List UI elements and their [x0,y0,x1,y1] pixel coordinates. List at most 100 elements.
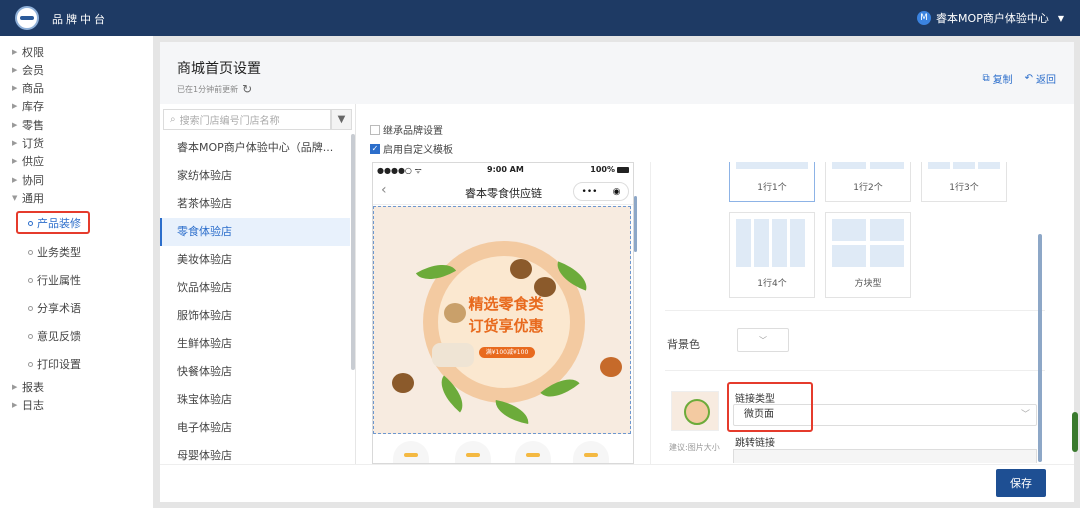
sidebar-item-permission[interactable]: ▶ 权限 [12,44,44,60]
chevron-right-icon: ▶ [12,401,18,409]
checkbox-checked-icon: ✓ [370,143,380,154]
store-item[interactable]: 服饰体验店 [160,302,350,330]
caret-down-icon: ▼ [1057,13,1064,23]
banner-coupon-pill: 满¥100减¥100 [479,347,535,358]
chevron-down-icon: ﹀ [759,335,767,345]
sidebar-item-order[interactable]: ▶ 订货 [12,135,44,151]
preview-scrollbar[interactable] [634,196,637,252]
layout-block [790,219,805,267]
layout-1x2[interactable]: 1行2个 [825,162,911,202]
account-menu[interactable]: M 睿本MOP商户体验中心 ▼ [917,10,1064,26]
store-item[interactable]: 电子体验店 [160,414,350,442]
sidebar-subitem-share-terms[interactable]: 分享术语 [28,300,81,316]
sidebar-subitem-business-type[interactable]: 业务类型 [28,244,81,260]
store-item-active[interactable]: 零食体验店 [160,218,350,246]
layout-block [953,162,975,169]
sidebar-subitem-print[interactable]: 打印设置 [28,356,81,372]
category-icon[interactable] [455,441,491,463]
sidebar-item-member[interactable]: ▶ 会员 [12,62,44,78]
leaf-decoration [492,400,532,424]
page-scrollbar[interactable] [1072,412,1078,452]
bullet-icon [28,305,33,311]
sidebar-item-collab[interactable]: ▶ 协同 [12,172,44,188]
sidebar-item-retail[interactable]: ▶ 零售 [12,117,44,133]
layout-block [772,219,787,267]
seed-bowl-decoration [432,343,474,367]
back-button[interactable]: ↶ 返回 [1025,71,1056,86]
mini-program-capsule[interactable]: ••• ◉ [573,182,629,201]
phone-nav-title: 睿本零食供应链 [465,187,542,200]
layout-block [870,245,904,267]
chevron-right-icon: ▶ [12,84,18,92]
layout-1x1[interactable]: 1行1个 [729,162,815,202]
properties-scrollbar[interactable] [1038,234,1042,462]
store-list-scrollbar[interactable] [351,134,355,370]
layout-block [832,219,866,241]
save-button[interactable]: 保存 [996,469,1046,497]
bg-color-picker[interactable]: ﹀ [737,328,789,352]
copy-button[interactable]: ⧉ 复制 [982,71,1012,86]
store-search-input[interactable]: ⌕ 搜索门店编号门店名称 [163,109,331,130]
properties-panel: 1行1个 1行2个 1行3个 1行4个 方块型 背景色 ﹀ 建议:图片大小 链接… [650,162,1048,464]
phone-status-bar: ●●●●○ ᯤ 9:00 AM 100% [373,163,633,177]
nut-decoration [392,373,414,393]
banner-headline: 精选零食类 订货享优惠 [468,295,544,335]
filter-button[interactable]: ▼ [331,109,352,130]
divider [665,310,1045,311]
target-icon: ◉ [612,186,621,197]
category-icon[interactable] [393,441,429,463]
phone-time: 9:00 AM [487,165,524,174]
header-actions: ⧉ 复制 ↶ 返回 [982,71,1056,86]
bullet-icon [28,277,33,283]
phone-preview: ●●●●○ ᯤ 9:00 AM 100% ‹ 睿本零食供应链 ••• ◉ 精选零… [372,162,634,464]
sidebar-item-report[interactable]: ▶ 报表 [12,379,44,395]
search-icon: ⌕ [170,114,176,125]
chevron-down-icon: ▼ [12,194,18,202]
phone-icon-row [373,437,633,463]
category-icon[interactable] [515,441,551,463]
custom-template-checkbox[interactable]: ✓ 启用自定义模板 [370,141,453,156]
chevron-right-icon: ▶ [12,139,18,147]
inherit-brand-checkbox[interactable]: 继承品牌设置 [370,122,443,137]
bullet-icon [28,361,33,367]
layout-grid[interactable]: 方块型 [825,212,911,298]
template-editor: 继承品牌设置 ✓ 启用自定义模板 ●●●●○ ᯤ 9:00 AM 100% ‹ … [356,104,1074,464]
copy-icon: ⧉ [982,73,990,84]
store-item[interactable]: 美妆体验店 [160,246,350,274]
battery-icon [617,166,629,173]
banner-module[interactable]: 精选零食类 订货享优惠 满¥100减¥100 [373,206,631,434]
back-arrow-icon[interactable]: ‹ [381,182,387,198]
footer-bar: 保存 [160,464,1074,502]
store-item[interactable]: 珠宝体验店 [160,386,350,414]
sidebar-item-log[interactable]: ▶ 日志 [12,397,44,413]
store-item[interactable]: 睿本MOP商户体验中心（品牌... [160,134,350,162]
brand-logo[interactable] [15,6,39,30]
refresh-icon[interactable]: ↻ [242,82,252,96]
store-item[interactable]: 饮品体验店 [160,274,350,302]
chevron-right-icon: ▶ [12,102,18,110]
sidebar-item-goods[interactable]: ▶ 商品 [12,80,44,96]
layout-1x4[interactable]: 1行4个 [729,212,815,298]
sidebar-item-supply[interactable]: ▶ 供应 [12,153,44,169]
layout-block [754,219,769,267]
thumbnail-art [684,399,710,425]
bullet-icon [28,333,33,339]
sidebar-subitem-feedback[interactable]: 意见反馈 [28,328,81,344]
layout-1x3[interactable]: 1行3个 [921,162,1007,202]
sidebar-item-general[interactable]: ▼ 通用 [12,190,44,206]
store-item[interactable]: 快餐体验店 [160,358,350,386]
layout-block [832,162,866,169]
chevron-right-icon: ▶ [12,176,18,184]
store-item[interactable]: 茗茶体验店 [160,190,350,218]
chevron-right-icon: ▶ [12,121,18,129]
category-icon[interactable] [573,441,609,463]
store-list: ⌕ 搜索门店编号门店名称 ▼ 睿本MOP商户体验中心（品牌... 家纺体验店 茗… [160,104,356,464]
main-panel: 商城首页设置 已在1分钟前更新 ↻ ⧉ 复制 ↶ 返回 ⌕ 搜索门店编号门店名称 ▼… [160,42,1074,502]
store-item[interactable]: 家纺体验店 [160,162,350,190]
image-thumbnail[interactable] [671,391,719,431]
jump-link-input[interactable] [733,449,1037,463]
store-item[interactable]: 母婴体验店 [160,442,350,464]
sidebar-subitem-industry[interactable]: 行业属性 [28,272,81,288]
store-item[interactable]: 生鲜体验店 [160,330,350,358]
sidebar-item-inventory[interactable]: ▶ 库存 [12,98,44,114]
